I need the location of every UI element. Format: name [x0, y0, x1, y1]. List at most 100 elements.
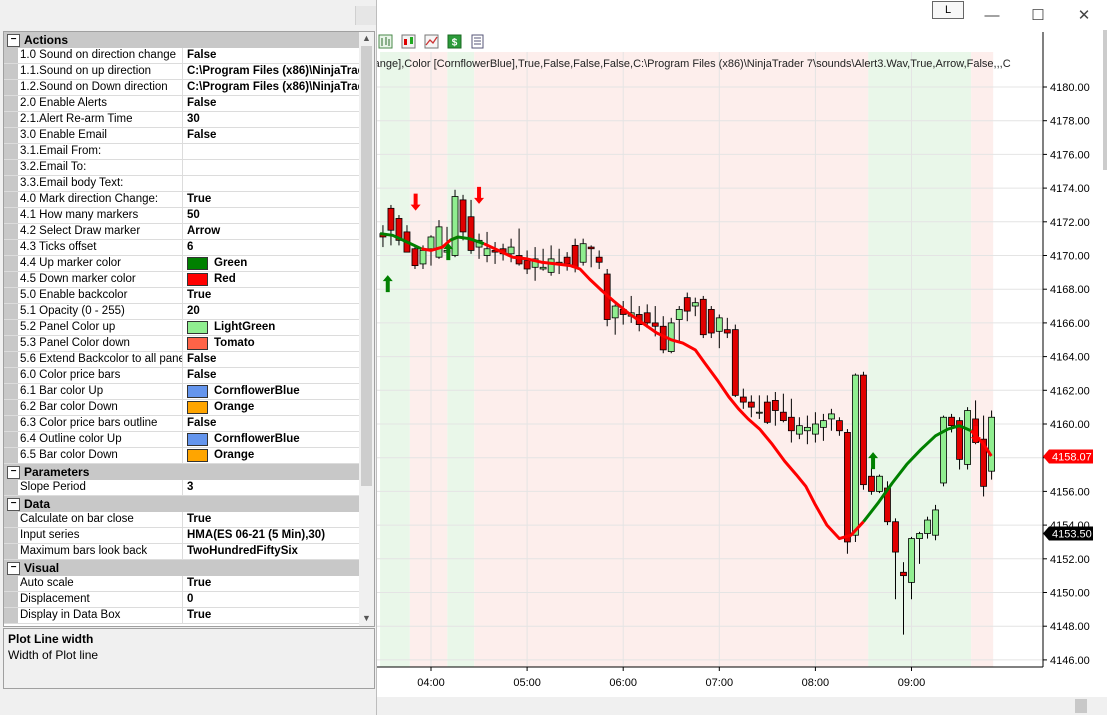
scroll-up-arrow[interactable]: ▲	[361, 33, 372, 45]
property-value[interactable]: True	[183, 512, 359, 527]
property-value[interactable]: 6	[183, 240, 359, 255]
chart-vertical-scrollbar[interactable]	[1103, 30, 1107, 170]
property-value[interactable]: Orange	[183, 400, 359, 415]
property-value[interactable]: Red	[183, 272, 359, 287]
property-value[interactable]: Orange	[183, 448, 359, 463]
collapse-toggle-icon[interactable]: −	[7, 33, 20, 47]
property-value[interactable]: CornflowerBlue	[183, 432, 359, 447]
property-value[interactable]	[183, 144, 359, 159]
property-value[interactable]: True	[183, 576, 359, 591]
property-value-text: CornflowerBlue	[214, 433, 300, 445]
category-parameters[interactable]: − Parameters	[4, 464, 359, 480]
property-value[interactable]: True	[183, 192, 359, 207]
panel-button[interactable]	[355, 6, 376, 25]
dollar-icon[interactable]: $	[447, 34, 462, 49]
property-value[interactable]: Tomato	[183, 336, 359, 351]
property-value[interactable]: False	[183, 368, 359, 383]
property-row[interactable]: 6.1 Bar color Up CornflowerBlue	[4, 384, 359, 400]
property-value[interactable]: True	[183, 288, 359, 303]
line-chart-icon[interactable]	[424, 34, 439, 49]
scrollbar-thumb[interactable]	[361, 46, 372, 486]
property-value[interactable]: C:\Program Files (x86)\NinjaTrader 7\sou…	[183, 80, 359, 95]
property-row[interactable]: 6.5 Bar color Down Orange	[4, 448, 359, 464]
property-row[interactable]: 3.1.Email From:	[4, 144, 359, 160]
collapse-toggle-icon[interactable]: −	[7, 465, 20, 479]
property-row[interactable]: 5.0 Enable backcolor True	[4, 288, 359, 304]
candlestick-icon[interactable]	[401, 34, 416, 49]
property-row[interactable]: 1.1.Sound on up direction C:\Program File…	[4, 64, 359, 80]
property-row[interactable]: 4.4 Up marker color Green	[4, 256, 359, 272]
property-row[interactable]: 1.0 Sound on direction change False	[4, 48, 359, 64]
property-row[interactable]: Slope Period 3	[4, 480, 359, 496]
property-value[interactable]: False	[183, 128, 359, 143]
category-visual[interactable]: − Visual	[4, 560, 359, 576]
property-row[interactable]: 3.0 Enable Email False	[4, 128, 359, 144]
property-value[interactable]: 50	[183, 208, 359, 223]
property-value[interactable]: LightGreen	[183, 320, 359, 335]
row-margin	[4, 512, 18, 527]
property-value[interactable]: CornflowerBlue	[183, 384, 359, 399]
property-value[interactable]	[183, 160, 359, 175]
property-value[interactable]: 30	[183, 112, 359, 127]
close-button[interactable]: ✕	[1061, 2, 1107, 28]
property-row[interactable]: 6.2 Bar color Down Orange	[4, 400, 359, 416]
property-value[interactable]: Arrow	[183, 224, 359, 239]
row-margin	[4, 128, 18, 143]
y-tick-label: 4166.00	[1050, 318, 1090, 330]
property-value[interactable]: 0	[183, 592, 359, 607]
row-margin	[4, 160, 18, 175]
property-value[interactable]: False	[183, 416, 359, 431]
property-value[interactable]	[183, 176, 359, 191]
property-value[interactable]: False	[183, 96, 359, 111]
property-value[interactable]: TwoHundredFiftySix	[183, 544, 359, 559]
maximize-button[interactable]: ☐	[1015, 2, 1061, 28]
property-row[interactable]: 2.1.Alert Re-arm Time 30	[4, 112, 359, 128]
layout-badge[interactable]: L	[932, 1, 964, 19]
property-value[interactable]: C:\Program Files (x86)\NinjaTrader 7\sou…	[183, 64, 359, 79]
property-row[interactable]: Auto scale True	[4, 576, 359, 592]
property-value[interactable]: True	[183, 608, 359, 623]
property-row[interactable]: Displacement 0	[4, 592, 359, 608]
property-value[interactable]: 3	[183, 480, 359, 495]
properties-icon[interactable]	[470, 34, 485, 49]
property-row[interactable]: 3.2.Email To:	[4, 160, 359, 176]
property-row[interactable]: Calculate on bar close True	[4, 512, 359, 528]
property-row[interactable]: 3.3.Email body Text:	[4, 176, 359, 192]
property-row[interactable]: Input series HMA(ES 06-21 (5 Min),30)	[4, 528, 359, 544]
property-row[interactable]: 5.2 Panel Color up LightGreen	[4, 320, 359, 336]
property-row[interactable]: 4.1 How many markers 50	[4, 208, 359, 224]
property-row[interactable]: 4.3 Ticks offset 6	[4, 240, 359, 256]
property-value[interactable]: 20	[183, 304, 359, 319]
collapse-toggle-icon[interactable]: −	[7, 561, 20, 575]
minimize-button[interactable]: —	[969, 2, 1015, 28]
scrollbar-thumb[interactable]	[376, 700, 1068, 712]
property-row[interactable]: 6.0 Color price bars False	[4, 368, 359, 384]
category-data[interactable]: − Data	[4, 496, 359, 512]
collapse-toggle-icon[interactable]: −	[7, 497, 20, 511]
property-row[interactable]: 2.0 Enable Alerts False	[4, 96, 359, 112]
property-row[interactable]: 6.3 Color price bars outline False	[4, 416, 359, 432]
property-value[interactable]: False	[183, 352, 359, 367]
color-swatch	[187, 337, 208, 350]
property-value[interactable]: False	[183, 48, 359, 63]
property-row[interactable]: 6.4 Outline color Up CornflowerBlue	[4, 432, 359, 448]
color-swatch	[187, 273, 208, 286]
property-row[interactable]: 5.3 Panel Color down Tomato	[4, 336, 359, 352]
category-actions[interactable]: − Actions	[4, 32, 359, 48]
property-row[interactable]: 4.0 Mark direction Change: True	[4, 192, 359, 208]
property-row[interactable]: 4.2 Select Draw marker Arrow	[4, 224, 359, 240]
scroll-down-arrow[interactable]: ▼	[361, 613, 372, 625]
property-row[interactable]: 5.6 Extend Backcolor to all panels False	[4, 352, 359, 368]
candle-body	[892, 521, 899, 553]
property-row[interactable]: 4.5 Down marker color Red	[4, 272, 359, 288]
property-row[interactable]: 5.1 Opacity (0 - 255) 20	[4, 304, 359, 320]
property-row[interactable]: Display in Data Box True	[4, 608, 359, 624]
property-row[interactable]: Maximum bars look back TwoHundredFiftySix	[4, 544, 359, 560]
property-row[interactable]: 1.2.Sound on Down direction C:\Program Fi…	[4, 80, 359, 96]
property-value[interactable]: Green	[183, 256, 359, 271]
property-grid-scrollbar[interactable]: ▲ ▼	[359, 32, 374, 626]
scroll-right-arrow[interactable]	[1075, 699, 1087, 713]
property-value[interactable]: HMA(ES 06-21 (5 Min),30)	[183, 528, 359, 543]
chart-horizontal-scrollbar[interactable]	[376, 697, 1107, 715]
bar-chart-icon[interactable]	[378, 34, 393, 49]
